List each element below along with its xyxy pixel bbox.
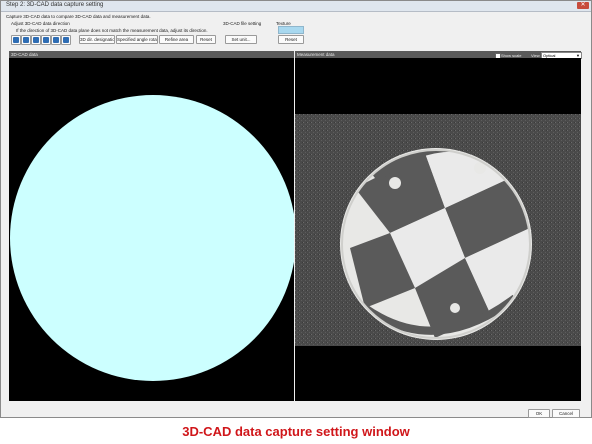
refine-area-button[interactable]: Refine area [159,35,194,44]
cad-panel-title: 3D-CAD data [11,52,38,57]
measurement-image [295,114,581,346]
flip-vertical-icon [43,37,49,43]
reset-direction-button[interactable]: Reset [196,35,216,44]
flip-vertical-button[interactable] [41,35,51,45]
cad-circle-model [10,95,296,381]
rotate-ccw-icon [53,37,59,43]
texture-reset-button[interactable]: Reset [278,35,304,44]
rotate-right-button[interactable] [21,35,31,45]
set-unit-button[interactable]: Set unit... [225,35,257,44]
rotate-right-icon [23,37,29,43]
texture-swatch[interactable] [278,26,304,34]
ok-button[interactable]: OK [528,409,550,418]
rotate-left-icon [13,37,19,43]
adjust-direction-label: Adjust 3D-CAD data direction [11,21,70,26]
flip-horizontal-button[interactable] [31,35,41,45]
title-bar: Step 2: 3D-CAD data capture setting ✕ [1,1,591,12]
rotate-cw-icon [63,37,69,43]
window-title: Step 2: 3D-CAD data capture setting [6,2,104,8]
capture-setting-window: Step 2: 3D-CAD data capture setting ✕ Ca… [0,0,592,418]
cad-viewport[interactable] [9,58,296,401]
rotate-left-button[interactable] [11,35,21,45]
figure-caption: 3D-CAD data capture setting window [182,424,410,439]
cad-panel-header: 3D-CAD data [9,51,294,58]
adjust-direction-hint: If the direction of 3D-CAD data plane do… [16,28,208,33]
measurement-panel-title: Measurement data [297,52,335,57]
close-button[interactable]: ✕ [577,2,589,9]
dir-designation-button[interactable]: 3D dir. designation [79,35,115,44]
instruction-text: Capture 3D-CAD data to compare 3D-CAD da… [6,14,151,19]
cancel-button[interactable]: Cancel [552,409,580,418]
measurement-viewport[interactable] [295,58,581,401]
file-setting-label: 3D-CAD file setting [223,21,262,26]
flip-horizontal-icon [33,37,39,43]
rotate-cw-button[interactable] [61,35,71,45]
cad-model-view [10,95,296,381]
specified-angle-button[interactable]: Specified angle rotation [116,35,158,44]
rotate-ccw-button[interactable] [51,35,61,45]
